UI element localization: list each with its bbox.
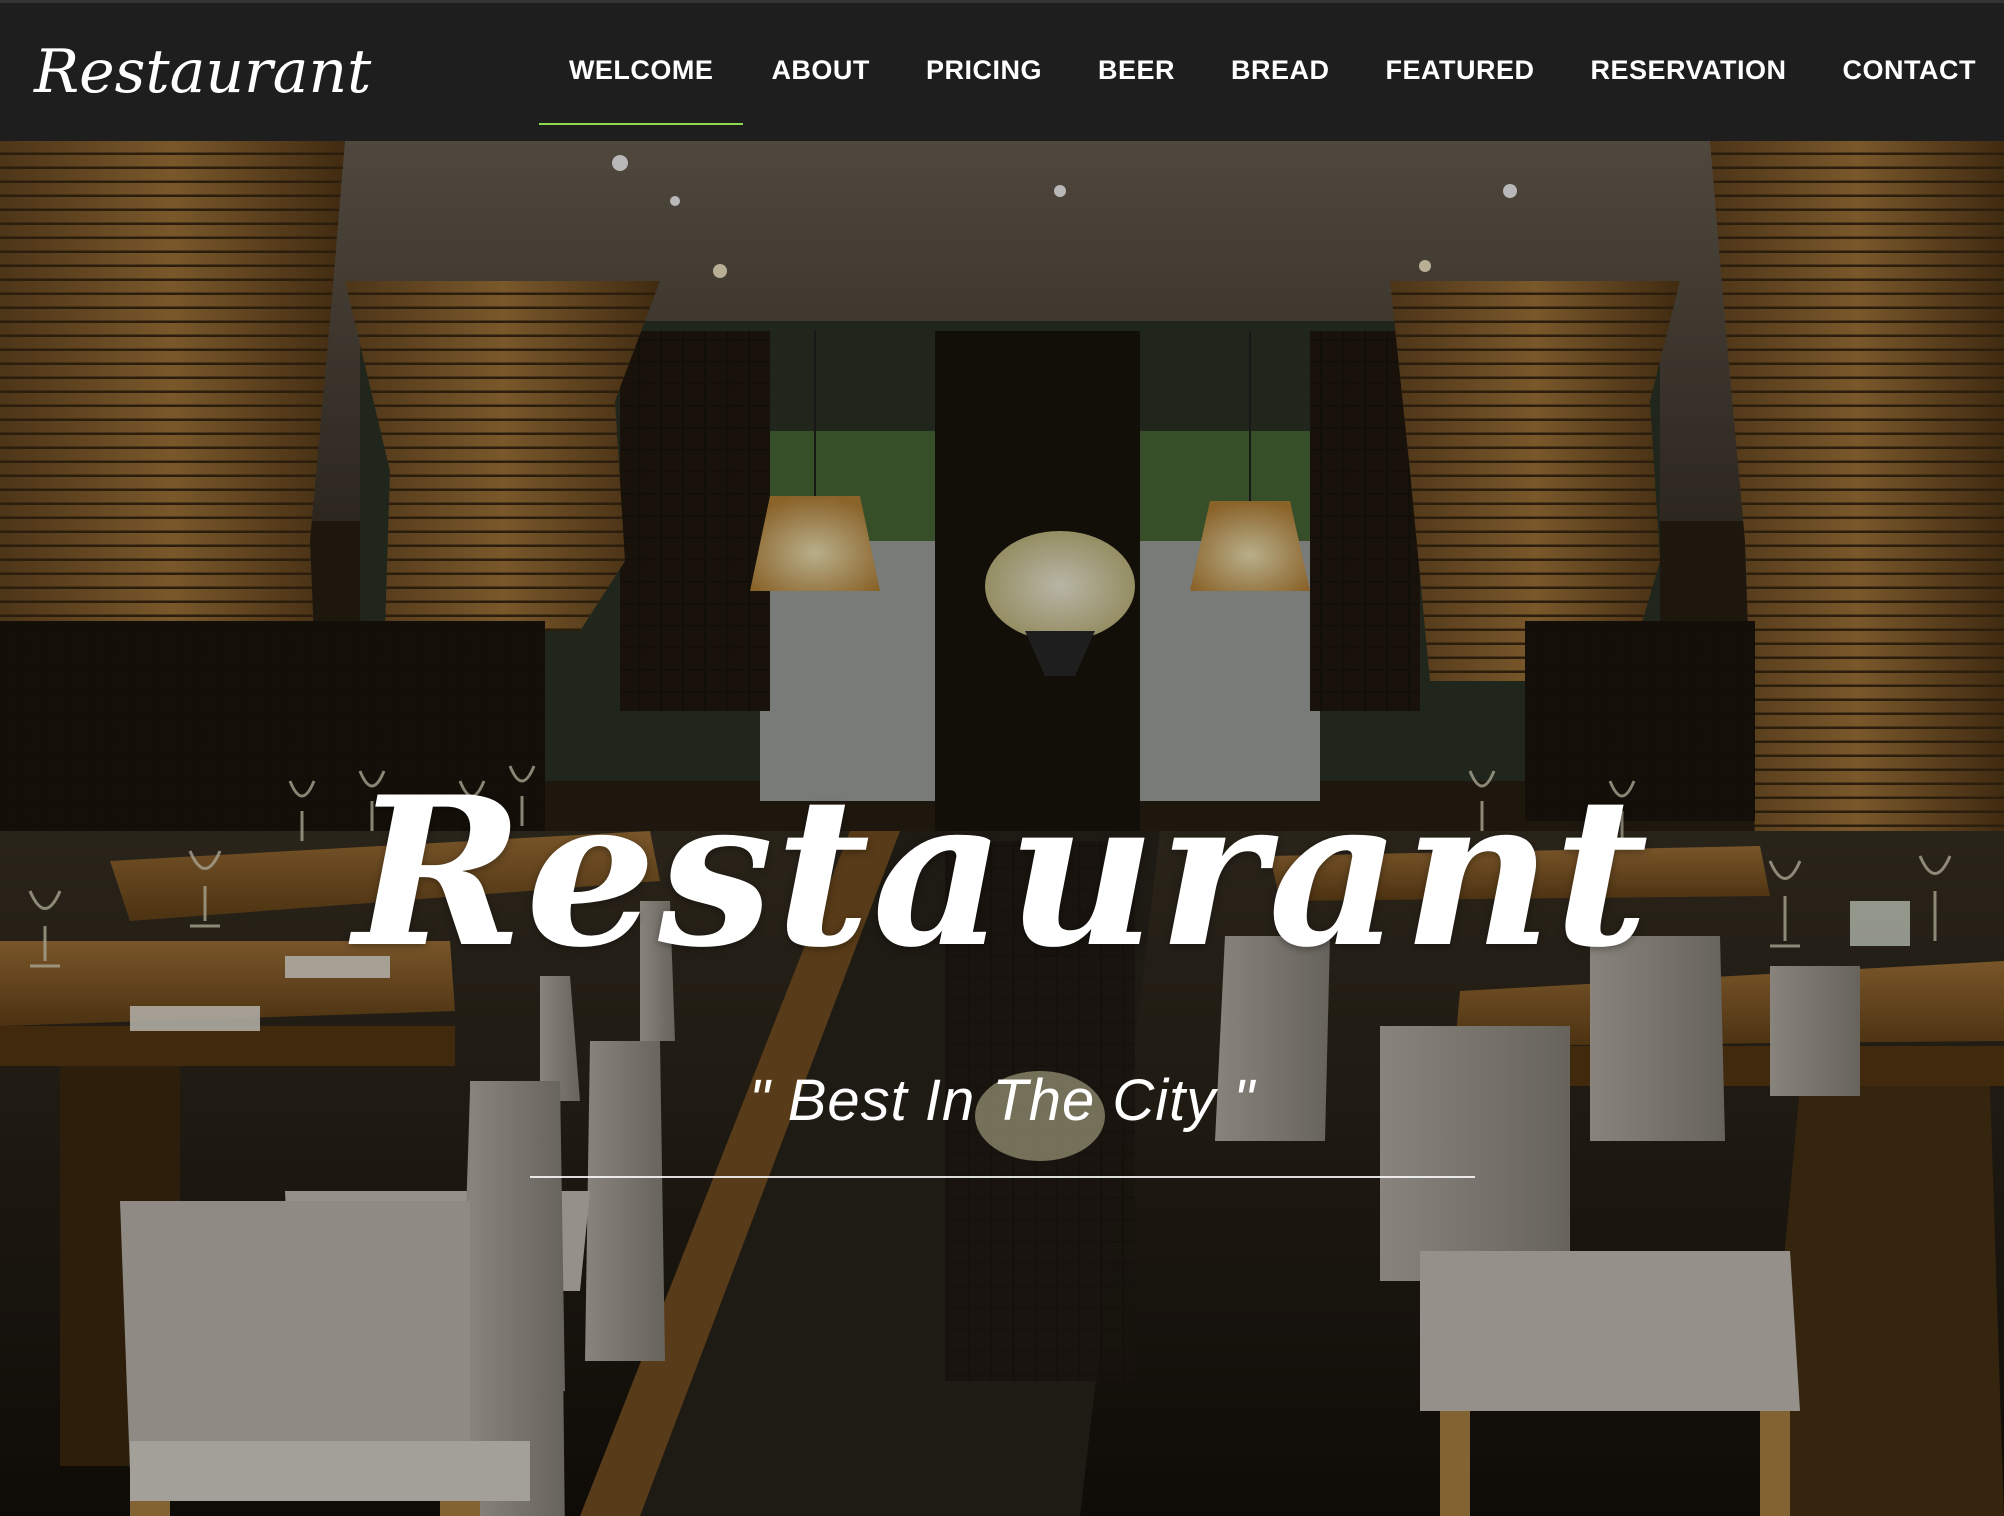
nav-about[interactable]: ABOUT xyxy=(743,0,898,141)
nav-featured[interactable]: FEATURED xyxy=(1357,0,1562,141)
brand-logo[interactable]: Restaurant xyxy=(34,37,371,107)
nav-beer[interactable]: BEER xyxy=(1070,0,1203,141)
nav-contact[interactable]: CONTACT xyxy=(1815,0,2004,141)
nav-bread[interactable]: BREAD xyxy=(1203,0,1358,141)
nav-welcome[interactable]: WELCOME xyxy=(538,0,744,141)
nav-reservation[interactable]: RESERVATION xyxy=(1562,0,1814,141)
hero-title: Restaurant xyxy=(353,753,1651,994)
hero-tagline: " Best In The City " xyxy=(748,1068,1255,1133)
nav-pricing[interactable]: PRICING xyxy=(898,0,1070,141)
main-nav: WELCOME ABOUT PRICING BEER BREAD FEATURE… xyxy=(538,0,2004,141)
navbar: Restaurant WELCOME ABOUT PRICING BEER BR… xyxy=(0,0,2004,141)
hero-divider xyxy=(530,1176,1475,1178)
hero-section: Restaurant " Best In The City " xyxy=(0,141,2004,1516)
page: Restaurant WELCOME ABOUT PRICING BEER BR… xyxy=(0,0,2004,1516)
